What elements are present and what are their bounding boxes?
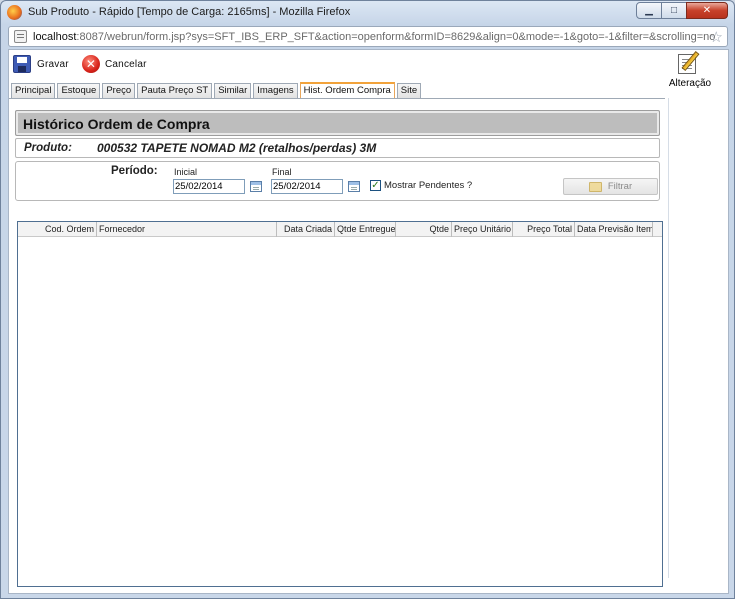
- pendentes-checkbox[interactable]: ✓: [370, 180, 381, 191]
- cancel-icon: ✕: [82, 55, 100, 73]
- periodo-panel: Período: Inicial Final ✓ Mostrar Pendent…: [15, 161, 660, 201]
- col-qtde-entregue[interactable]: Qtde Entregue: [335, 222, 396, 237]
- final-date-input[interactable]: [271, 179, 343, 194]
- close-button[interactable]: ✕: [686, 2, 728, 19]
- cancel-button[interactable]: ✕ Cancelar: [82, 55, 147, 73]
- tab-site[interactable]: Site: [396, 83, 422, 98]
- tab-similar[interactable]: Similar: [214, 83, 252, 98]
- tab-divider: [9, 98, 665, 99]
- pendentes-label: Mostrar Pendentes ?: [384, 180, 473, 191]
- browser-window: Sub Produto - Rápido [Tempo de Carga: 21…: [0, 0, 735, 599]
- window-title: Sub Produto - Rápido [Tempo de Carga: 21…: [28, 6, 351, 18]
- tab-estoque[interactable]: Estoque: [57, 83, 101, 98]
- produto-label: Produto:: [24, 142, 72, 154]
- periodo-label: Período:: [111, 165, 158, 177]
- col-cod-ordem[interactable]: Cod. Ordem: [18, 222, 97, 237]
- filtrar-button[interactable]: Filtrar: [563, 178, 658, 195]
- url-host: localhost: [33, 31, 77, 43]
- final-label: Final: [272, 167, 292, 177]
- col-data-previsao-item[interactable]: Data Previsão Item: [575, 222, 653, 237]
- calendar-icon[interactable]: [250, 181, 262, 192]
- ordem-compra-grid[interactable]: Cod. Ordem Fornecedor Data Criada Qtde E…: [17, 221, 663, 587]
- tab-hist-ordem-compra[interactable]: Hist. Ordem Compra: [299, 82, 395, 98]
- tab-pauta-preco-st[interactable]: Pauta Preço ST: [137, 83, 213, 98]
- page-title: Histórico Ordem de Compra: [23, 116, 210, 132]
- save-label: Gravar: [37, 58, 69, 70]
- window-controls: ▁ □ ✕: [636, 2, 728, 19]
- produto-panel: Produto: 000532 TAPETE NOMAD M2 (retalho…: [15, 138, 660, 158]
- pencil-icon: [676, 50, 704, 76]
- col-fornecedor[interactable]: Fornecedor: [97, 222, 277, 237]
- panel-edge: [668, 98, 669, 578]
- title-bar[interactable]: Sub Produto - Rápido [Tempo de Carga: 21…: [1, 1, 734, 23]
- url-text[interactable]: localhost:8087/webrun/form.jsp?sys=SFT_I…: [33, 31, 715, 43]
- save-icon: [13, 55, 31, 73]
- tab-imagens[interactable]: Imagens: [253, 83, 298, 98]
- tab-bar: Principal Estoque Preço Pauta Preço ST S…: [11, 82, 423, 98]
- alteracao-button[interactable]: Alteração: [663, 50, 717, 89]
- maximize-button[interactable]: □: [661, 2, 687, 19]
- tab-principal[interactable]: Principal: [11, 83, 56, 98]
- page-icon: [14, 30, 27, 43]
- col-data-criada[interactable]: Data Criada: [277, 222, 335, 237]
- col-qtde[interactable]: Qtde: [396, 222, 452, 237]
- url-path: :8087/webrun/form.jsp?sys=SFT_IBS_ERP_SF…: [76, 31, 716, 43]
- cancel-label: Cancelar: [105, 58, 147, 70]
- form-content: Gravar ✕ Cancelar Alteração Principal Es…: [8, 49, 729, 594]
- tab-preco[interactable]: Preço: [102, 83, 136, 98]
- produto-value: 000532 TAPETE NOMAD M2 (retalhos/perdas)…: [97, 141, 377, 155]
- firefox-icon: [7, 5, 22, 20]
- folder-icon: [588, 181, 602, 192]
- col-preco-total[interactable]: Preço Total: [513, 222, 575, 237]
- filtrar-label: Filtrar: [607, 181, 633, 192]
- page-title-panel: Histórico Ordem de Compra: [15, 110, 660, 136]
- url-bar[interactable]: localhost:8087/webrun/form.jsp?sys=SFT_I…: [8, 26, 728, 47]
- calendar-icon[interactable]: [348, 181, 360, 192]
- alteracao-label: Alteração: [668, 78, 712, 89]
- inicial-date-input[interactable]: [173, 179, 245, 194]
- inicial-label: Inicial: [174, 167, 198, 177]
- star-icon[interactable]: ☆: [710, 28, 723, 46]
- col-preco-unitario[interactable]: Preço Unitário: [452, 222, 513, 237]
- minimize-button[interactable]: ▁: [636, 2, 662, 19]
- grid-header: Cod. Ordem Fornecedor Data Criada Qtde E…: [18, 222, 662, 237]
- save-button[interactable]: Gravar: [13, 55, 69, 73]
